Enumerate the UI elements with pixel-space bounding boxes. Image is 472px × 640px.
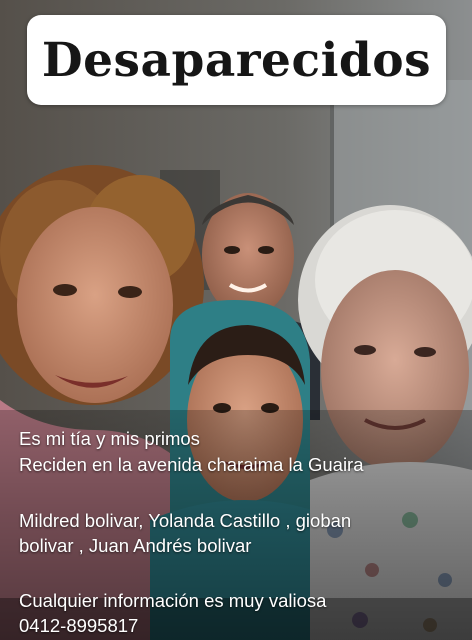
- caption-line-names-2: bolivar , Juan Andrés bolivar: [19, 535, 252, 556]
- caption-line-request: Cualquier información es muy valiosa: [19, 590, 327, 611]
- caption-line-names-1: Mildred bolivar, Yolanda Castillo , giob…: [19, 510, 352, 531]
- caption-line-phone: 0412-8995817: [19, 615, 139, 636]
- page-title: Desaparecidos: [41, 32, 432, 88]
- caption-line-relation: Es mi tía y mis primos: [19, 428, 200, 449]
- caption-line-address: Reciden en la avenida charaima la Guaira: [19, 454, 364, 475]
- title-banner: Desaparecidos: [27, 15, 446, 105]
